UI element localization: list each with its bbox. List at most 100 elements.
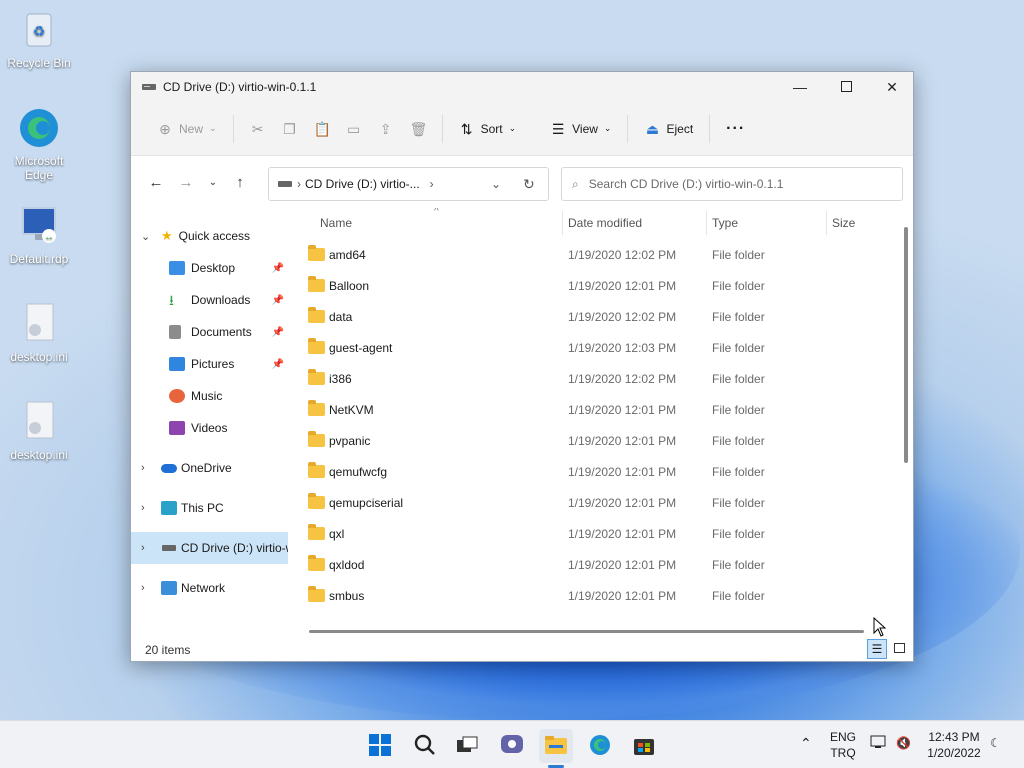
forward-button[interactable]: → xyxy=(171,167,201,197)
refresh-icon[interactable]: ↻ xyxy=(523,176,535,193)
task-view-button[interactable] xyxy=(450,729,484,763)
show-hidden-icons-button[interactable]: ⌃ xyxy=(800,735,812,751)
recent-locations-button[interactable]: ⌄ xyxy=(201,167,225,197)
breadcrumb-path[interactable]: CD Drive (D:) virtio-... xyxy=(305,177,420,191)
chat-icon xyxy=(500,734,524,759)
pin-icon: 📌 xyxy=(271,294,284,306)
large-icons-view-button[interactable] xyxy=(889,639,909,659)
file-date: 1/19/2020 12:01 PM xyxy=(568,279,677,293)
share-button[interactable]: ⇪ xyxy=(370,113,402,145)
table-row[interactable]: qxldod 1/19/2020 12:01 PM File folder xyxy=(292,550,902,581)
settings-file-icon xyxy=(17,400,61,444)
nav-network[interactable]: › Network xyxy=(131,572,288,604)
table-row[interactable]: qemufwcfg 1/19/2020 12:01 PM File folder xyxy=(292,457,902,488)
maximize-button[interactable] xyxy=(823,72,869,102)
table-row[interactable]: qemupciserial 1/19/2020 12:01 PM File fold… xyxy=(292,488,902,519)
clock[interactable]: 12:43 PM 1/20/2022 xyxy=(922,729,986,761)
cd-drive-icon xyxy=(277,177,293,192)
close-button[interactable]: ✕ xyxy=(869,72,915,102)
table-row[interactable]: qxl 1/19/2020 12:01 PM File folder xyxy=(292,519,902,550)
status-item-count: 20 items xyxy=(145,643,191,657)
new-button[interactable]: ⊕ New ⌄ xyxy=(149,113,225,145)
file-type: File folder xyxy=(712,310,765,324)
copy-button[interactable]: ❐ xyxy=(274,113,306,145)
clock-time: 12:43 PM xyxy=(928,730,980,744)
details-view-button[interactable]: ☰ xyxy=(867,639,887,659)
pin-icon: 📌 xyxy=(271,358,284,370)
eject-button[interactable]: ⏏ Eject xyxy=(636,113,701,145)
search-input[interactable]: ⌕ Search CD Drive (D:) virtio-win-0.1.1 xyxy=(561,167,903,201)
input-language-indicator[interactable]: ENG TRQ xyxy=(826,729,860,761)
nav-this-pc[interactable]: › This PC xyxy=(131,492,288,524)
table-row[interactable]: amd64 1/19/2020 12:02 PM File folder xyxy=(292,240,902,271)
view-button[interactable]: ☰ View ⌄ xyxy=(542,113,619,145)
nav-item-videos[interactable]: Videos xyxy=(131,412,288,444)
file-type: File folder xyxy=(712,341,765,355)
share-icon: ⇪ xyxy=(379,120,392,137)
address-dropdown-icon[interactable]: ⌄ xyxy=(491,177,501,191)
store-taskbar-button[interactable] xyxy=(627,729,661,763)
minimize-button[interactable]: — xyxy=(777,72,823,102)
title-bar[interactable]: CD Drive (D:) virtio-win-0.1.1 — ✕ xyxy=(131,72,913,102)
maximize-icon xyxy=(840,79,852,95)
desktop-icon-recycle-bin[interactable]: ♻ Recycle Bin xyxy=(0,8,78,70)
more-options-button[interactable]: ··· xyxy=(718,113,753,145)
file-name: Balloon xyxy=(329,279,370,293)
desktop-icon-edge[interactable]: Microsoft Edge xyxy=(0,106,78,182)
network-status-button[interactable] xyxy=(870,735,886,753)
desktop-folder-icon xyxy=(169,261,185,275)
folder-icon xyxy=(308,431,325,447)
column-date-modified[interactable]: Date modified xyxy=(568,216,642,230)
eject-icon: ⏏ xyxy=(645,120,660,137)
table-row[interactable]: smbus 1/19/2020 12:01 PM File folder xyxy=(292,581,902,612)
table-row[interactable]: pvpanic 1/19/2020 12:01 PM File folder xyxy=(292,426,902,457)
table-row[interactable]: data 1/19/2020 12:02 PM File folder xyxy=(292,302,902,333)
address-bar[interactable]: › CD Drive (D:) virtio-... › ⌄ ↻ xyxy=(268,167,549,201)
desktop-icon-label: desktop.ini xyxy=(10,448,68,462)
up-button[interactable]: ↑ xyxy=(225,167,255,197)
back-button[interactable]: ← xyxy=(141,167,171,197)
table-row[interactable]: NetKVM 1/19/2020 12:01 PM File folder xyxy=(292,395,902,426)
vertical-scrollbar[interactable] xyxy=(904,227,908,463)
desktop-icon-default-rdp[interactable]: ↔ Default.rdp xyxy=(0,204,78,266)
column-name[interactable]: Name xyxy=(320,216,352,230)
taskbar: ⌃ ENG TRQ 🔇 12:43 PM 1/20/2022 ☾ xyxy=(0,720,1024,768)
search-button[interactable] xyxy=(408,729,442,763)
column-type[interactable]: Type xyxy=(712,216,738,230)
sort-button[interactable]: ⇅ Sort ⌄ xyxy=(451,113,525,145)
computer-icon xyxy=(161,501,177,515)
pictures-icon xyxy=(169,357,185,371)
start-button[interactable] xyxy=(363,729,397,763)
delete-button[interactable]: 🗑 xyxy=(402,113,434,145)
rename-button[interactable]: ▭ xyxy=(338,113,370,145)
notifications-button[interactable]: ☾ xyxy=(990,735,1001,751)
nav-quick-access[interactable]: ⌄ ★ Quick access xyxy=(131,220,288,252)
table-row[interactable]: guest-agent 1/19/2020 12:03 PM File folder xyxy=(292,333,902,364)
file-name: qxldod xyxy=(329,558,365,572)
music-icon xyxy=(169,389,185,403)
column-size[interactable]: Size xyxy=(832,216,855,230)
cut-icon: ✂ xyxy=(251,120,264,137)
edge-taskbar-button[interactable] xyxy=(583,729,617,763)
file-type: File folder xyxy=(712,248,765,262)
volume-button[interactable]: 🔇 xyxy=(896,735,911,751)
nav-onedrive[interactable]: › OneDrive xyxy=(131,452,288,484)
nav-item-documents[interactable]: Documents 📌 xyxy=(131,316,288,348)
nav-cd-drive[interactable]: › CD Drive (D:) virtio-w xyxy=(131,532,288,564)
cloud-icon xyxy=(161,463,177,473)
svg-text:♻: ♻ xyxy=(33,23,46,39)
table-row[interactable]: Balloon 1/19/2020 12:01 PM File folder xyxy=(292,271,902,302)
horizontal-scrollbar[interactable] xyxy=(309,630,864,633)
nav-item-music[interactable]: Music xyxy=(131,380,288,412)
cut-button[interactable]: ✂ xyxy=(242,113,274,145)
desktop-icon-desktop-ini-2[interactable]: desktop.ini xyxy=(0,400,78,462)
table-row[interactable]: i386 1/19/2020 12:02 PM File folder xyxy=(292,364,902,395)
chat-button[interactable] xyxy=(495,729,529,763)
file-name: guest-agent xyxy=(329,341,393,355)
file-explorer-taskbar-button[interactable] xyxy=(539,729,573,763)
desktop-icon-desktop-ini-1[interactable]: desktop.ini xyxy=(0,302,78,364)
nav-item-pictures[interactable]: Pictures 📌 xyxy=(131,348,288,380)
paste-button[interactable]: 📋 xyxy=(306,113,338,145)
nav-item-desktop[interactable]: Desktop 📌 xyxy=(131,252,288,284)
nav-item-downloads[interactable]: ⭳ Downloads 📌 xyxy=(131,284,288,316)
